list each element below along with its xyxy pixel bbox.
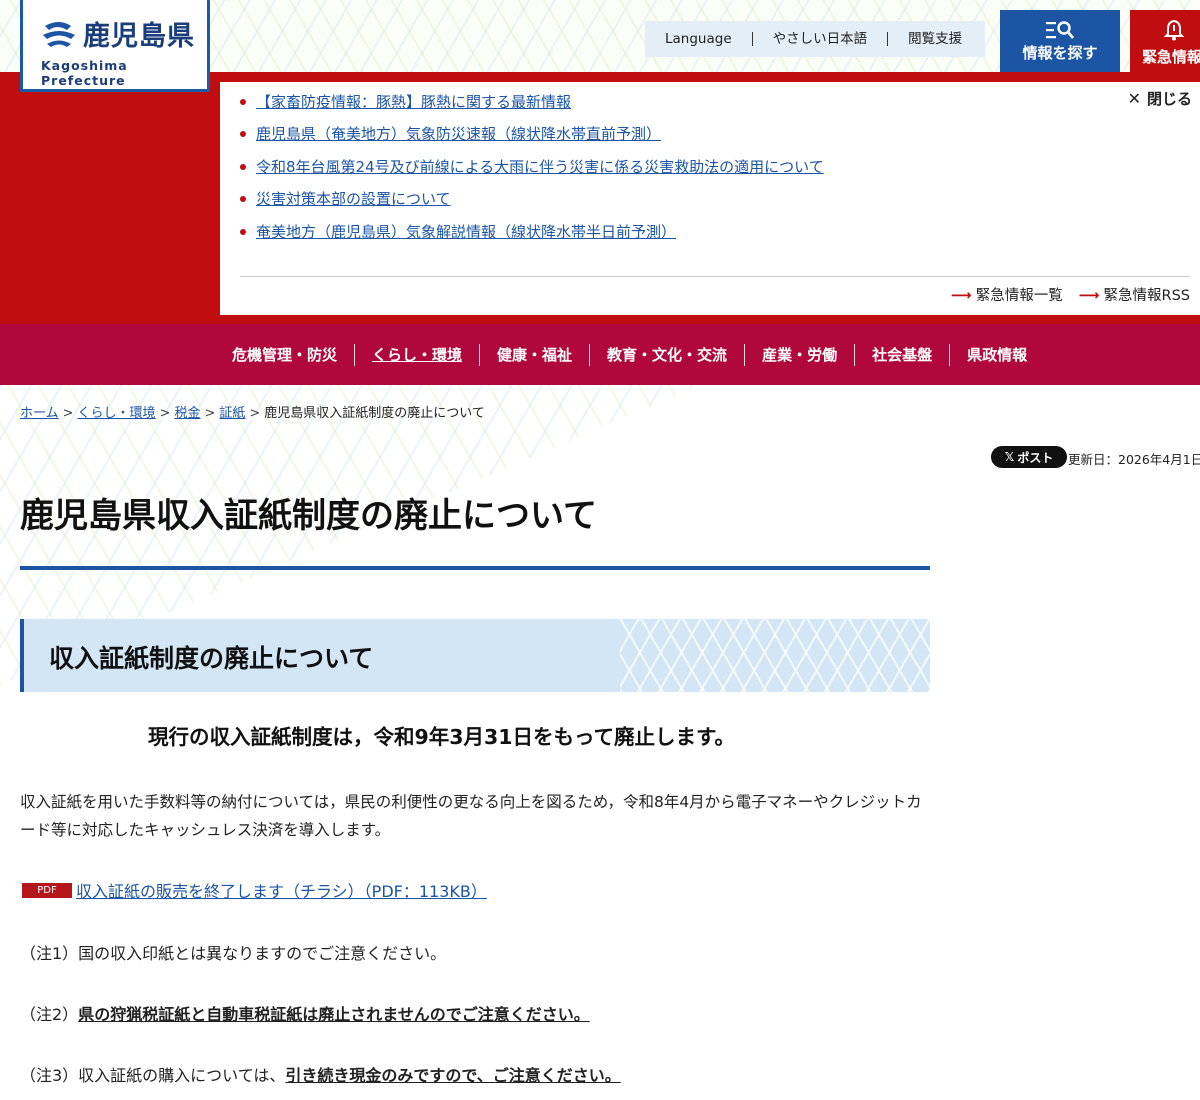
note-2: （注2）県の狩猟税証紙と自動車税証紙は廃止されませんのでご注意ください。	[20, 1001, 590, 1025]
list-item: 奄美地方（鹿児島県）気象解説情報（線状降水帯半日前予測）	[240, 220, 824, 252]
language-link[interactable]: Language	[645, 32, 753, 46]
search-info-button[interactable]: 情報を探す	[1000, 10, 1120, 72]
note-3: （注3）収入証紙の購入については、引き続き現金のみですので、ご注意ください。	[20, 1062, 621, 1086]
utility-links: Language やさしい日本語 閲覧支援	[645, 21, 985, 57]
breadcrumb-home[interactable]: ホーム	[20, 406, 59, 421]
x-post-button[interactable]: 𝕏 ポスト	[991, 446, 1067, 468]
emergency-link[interactable]: 災害対策本部の設置について	[256, 190, 451, 208]
nav-item-industry[interactable]: 産業・労働	[745, 343, 856, 366]
close-emergency-button[interactable]: ✕ 閉じる	[1128, 88, 1192, 109]
page-title: 鹿児島県収入証紙制度の廃止について	[20, 496, 597, 536]
pdf-link[interactable]: 収入証紙の販売を終了します（チラシ）（PDF：113KB）	[76, 878, 487, 902]
emergency-area: 【家畜防疫情報：豚熱】豚熱に関する最新情報 鹿児島県（奄美地方）気象防災速報（線…	[0, 72, 1200, 324]
emergency-link[interactable]: 鹿児島県（奄美地方）気象防災速報（線状降水帯直前予測）	[256, 125, 661, 143]
search-icon	[1046, 21, 1074, 39]
search-info-label: 情報を探す	[1022, 44, 1098, 62]
pdf-icon: PDF	[22, 882, 72, 898]
title-underline	[20, 566, 930, 570]
emergency-link[interactable]: 令和8年台風第24号及び前線による大雨に伴う災害に係る災害救助法の適用について	[256, 158, 824, 176]
site-header: 鹿児島県 Kagoshima Prefecture Language やさしい日…	[0, 0, 1200, 92]
list-item: 鹿児島県（奄美地方）気象防災速報（線状降水帯直前予測）	[240, 122, 824, 154]
list-item: 【家畜防疫情報：豚熱】豚熱に関する最新情報	[240, 90, 824, 122]
body-paragraph: 収入証紙を用いた手数料等の納付については，県民の利便性の更なる向上を図るため，令…	[20, 793, 922, 839]
note-2-emphasis: 県の狩猟税証紙と自動車税証紙は廃止されませんのでご注意ください。	[78, 1005, 590, 1024]
logo-text-jp: 鹿児島県	[83, 21, 195, 52]
breadcrumb-living[interactable]: くらし・環境	[78, 406, 156, 421]
emergency-info-label: 緊急情報	[1142, 48, 1200, 66]
emergency-link[interactable]: 奄美地方（鹿児島県）気象解説情報（線状降水帯半日前予測）	[256, 223, 676, 241]
emergency-rss-label: 緊急情報RSS	[1103, 288, 1190, 304]
bell-icon	[1164, 19, 1184, 41]
breadcrumb: ホーム > くらし・環境 > 税金 > 証紙 > 鹿児島県収入証紙制度の廃止について	[20, 406, 485, 421]
x-logo-icon: 𝕏	[1004, 450, 1015, 464]
nav-item-living[interactable]: くらし・環境	[355, 343, 481, 366]
nav-item-prefgov[interactable]: 県政情報	[950, 344, 1044, 366]
logo-text-en: Kagoshima Prefecture	[41, 58, 128, 88]
note-2-prefix: （注2）	[20, 1005, 79, 1024]
list-item: 災害対策本部の設置について	[240, 187, 824, 219]
breadcrumb-tax[interactable]: 税金	[174, 406, 200, 421]
section-heading: 収入証紙制度の廃止について	[20, 619, 930, 692]
easy-japanese-link[interactable]: やさしい日本語	[753, 32, 889, 46]
note-3-emphasis: 引き続き現金のみですので、ご注意ください。	[285, 1066, 621, 1085]
note-3-prefix: （注3）収入証紙の購入については、	[20, 1066, 286, 1085]
site-logo[interactable]: 鹿児島県 Kagoshima Prefecture	[20, 0, 210, 92]
lead-statement: 現行の収入証紙制度は，令和9年3月31日をもって廃止します。	[148, 725, 735, 749]
arrow-right-icon: ⟶	[950, 288, 972, 304]
emergency-footer-links: ⟶ 緊急情報一覧 ⟶ 緊急情報RSS	[951, 284, 1190, 305]
emergency-list-link[interactable]: ⟶ 緊急情報一覧	[951, 284, 1063, 305]
emergency-list: 【家畜防疫情報：豚熱】豚熱に関する最新情報 鹿児島県（奄美地方）気象防災速報（線…	[240, 90, 824, 252]
prefecture-logo-icon	[43, 22, 75, 47]
note-1: （注1）国の収入印紙とは異なりますのでご注意ください。	[20, 944, 447, 963]
breadcrumb-current: 鹿児島県収入証紙制度の廃止について	[264, 406, 485, 421]
accessibility-link[interactable]: 閲覧支援	[888, 32, 982, 46]
updated-date: 更新日：2026年4月1日	[1068, 452, 1200, 467]
post-label: ポスト	[1017, 450, 1054, 465]
breadcrumb-stamp[interactable]: 証紙	[219, 406, 245, 421]
pdf-download: PDF 収入証紙の販売を終了します（チラシ）（PDF：113KB）	[22, 878, 487, 902]
nav-item-health[interactable]: 健康・福祉	[480, 343, 591, 366]
emergency-info-button[interactable]: 緊急情報	[1130, 10, 1200, 72]
arrow-right-icon: ⟶	[1078, 288, 1100, 304]
nav-item-education[interactable]: 教育・文化・交流	[590, 343, 746, 366]
list-item: 令和8年台風第24号及び前線による大雨に伴う災害に係る災害救助法の適用について	[240, 155, 824, 187]
heading-pattern	[620, 619, 930, 692]
close-icon: ✕	[1127, 89, 1141, 108]
emergency-panel: 【家畜防疫情報：豚熱】豚熱に関する最新情報 鹿児島県（奄美地方）気象防災速報（線…	[220, 82, 1200, 315]
divider	[240, 276, 1190, 277]
close-label: 閉じる	[1146, 90, 1192, 108]
emergency-link[interactable]: 【家畜防疫情報：豚熱】豚熱に関する最新情報	[256, 93, 571, 111]
global-nav: 危機管理・防災 くらし・環境 健康・福祉 教育・文化・交流 産業・労働 社会基盤…	[0, 324, 1200, 385]
nav-item-infrastructure[interactable]: 社会基盤	[855, 343, 951, 366]
section-heading-text: 収入証紙制度の廃止について	[49, 644, 374, 673]
emergency-rss-link[interactable]: ⟶ 緊急情報RSS	[1079, 284, 1190, 305]
emergency-list-label: 緊急情報一覧	[975, 288, 1063, 304]
nav-item-disaster[interactable]: 危機管理・防災	[215, 343, 356, 366]
